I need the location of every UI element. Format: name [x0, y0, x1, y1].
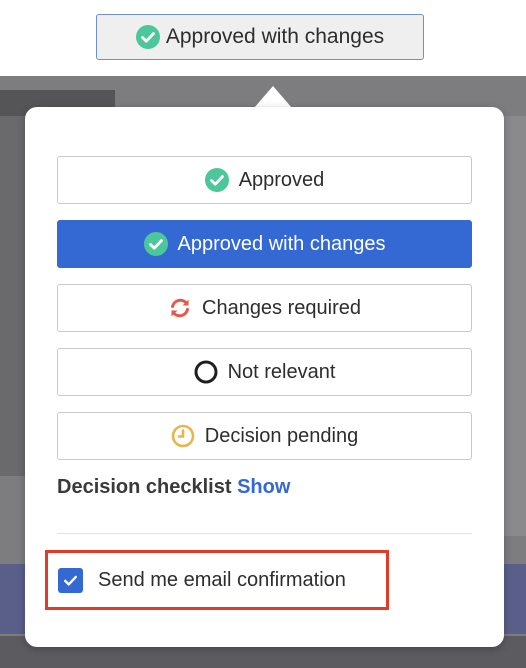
check-circle-icon [135, 25, 160, 49]
email-confirmation-label: Send me email confirmation [98, 568, 346, 591]
decision-checklist-label: Decision checklist [57, 476, 232, 498]
clock-icon [171, 424, 195, 448]
decision-checklist: Decision checklist Show [57, 476, 290, 499]
divider [57, 533, 472, 534]
option-label: Changes required [202, 296, 361, 319]
option-label: Approved with changes [177, 232, 386, 255]
option-label: Approved [238, 168, 325, 191]
email-confirmation-row: Send me email confirmation [45, 550, 389, 610]
option-decision-pending[interactable]: Decision pending [57, 412, 472, 460]
show-checklist-link[interactable]: Show [237, 476, 290, 498]
email-confirmation-checkbox[interactable] [58, 567, 83, 593]
status-popover: Approved Approved with changes Changes r… [25, 107, 504, 647]
refresh-icon [168, 296, 192, 320]
check-circle-icon [204, 168, 229, 192]
option-not-relevant[interactable]: Not relevant [57, 348, 472, 396]
option-label: Decision pending [204, 424, 359, 447]
checkmark-icon [63, 575, 78, 586]
option-changes-required[interactable]: Changes required [57, 284, 472, 332]
check-circle-icon [143, 232, 168, 256]
status-dropdown-button[interactable]: Approved with changes [96, 14, 424, 60]
backdrop-block [0, 116, 28, 476]
option-approved-with-changes[interactable]: Approved with changes [57, 220, 472, 268]
popover-caret [254, 86, 292, 108]
option-label: Not relevant [227, 360, 336, 383]
empty-circle-icon [194, 360, 218, 384]
status-dropdown-label: Approved with changes [165, 25, 385, 48]
option-approved[interactable]: Approved [57, 156, 472, 204]
